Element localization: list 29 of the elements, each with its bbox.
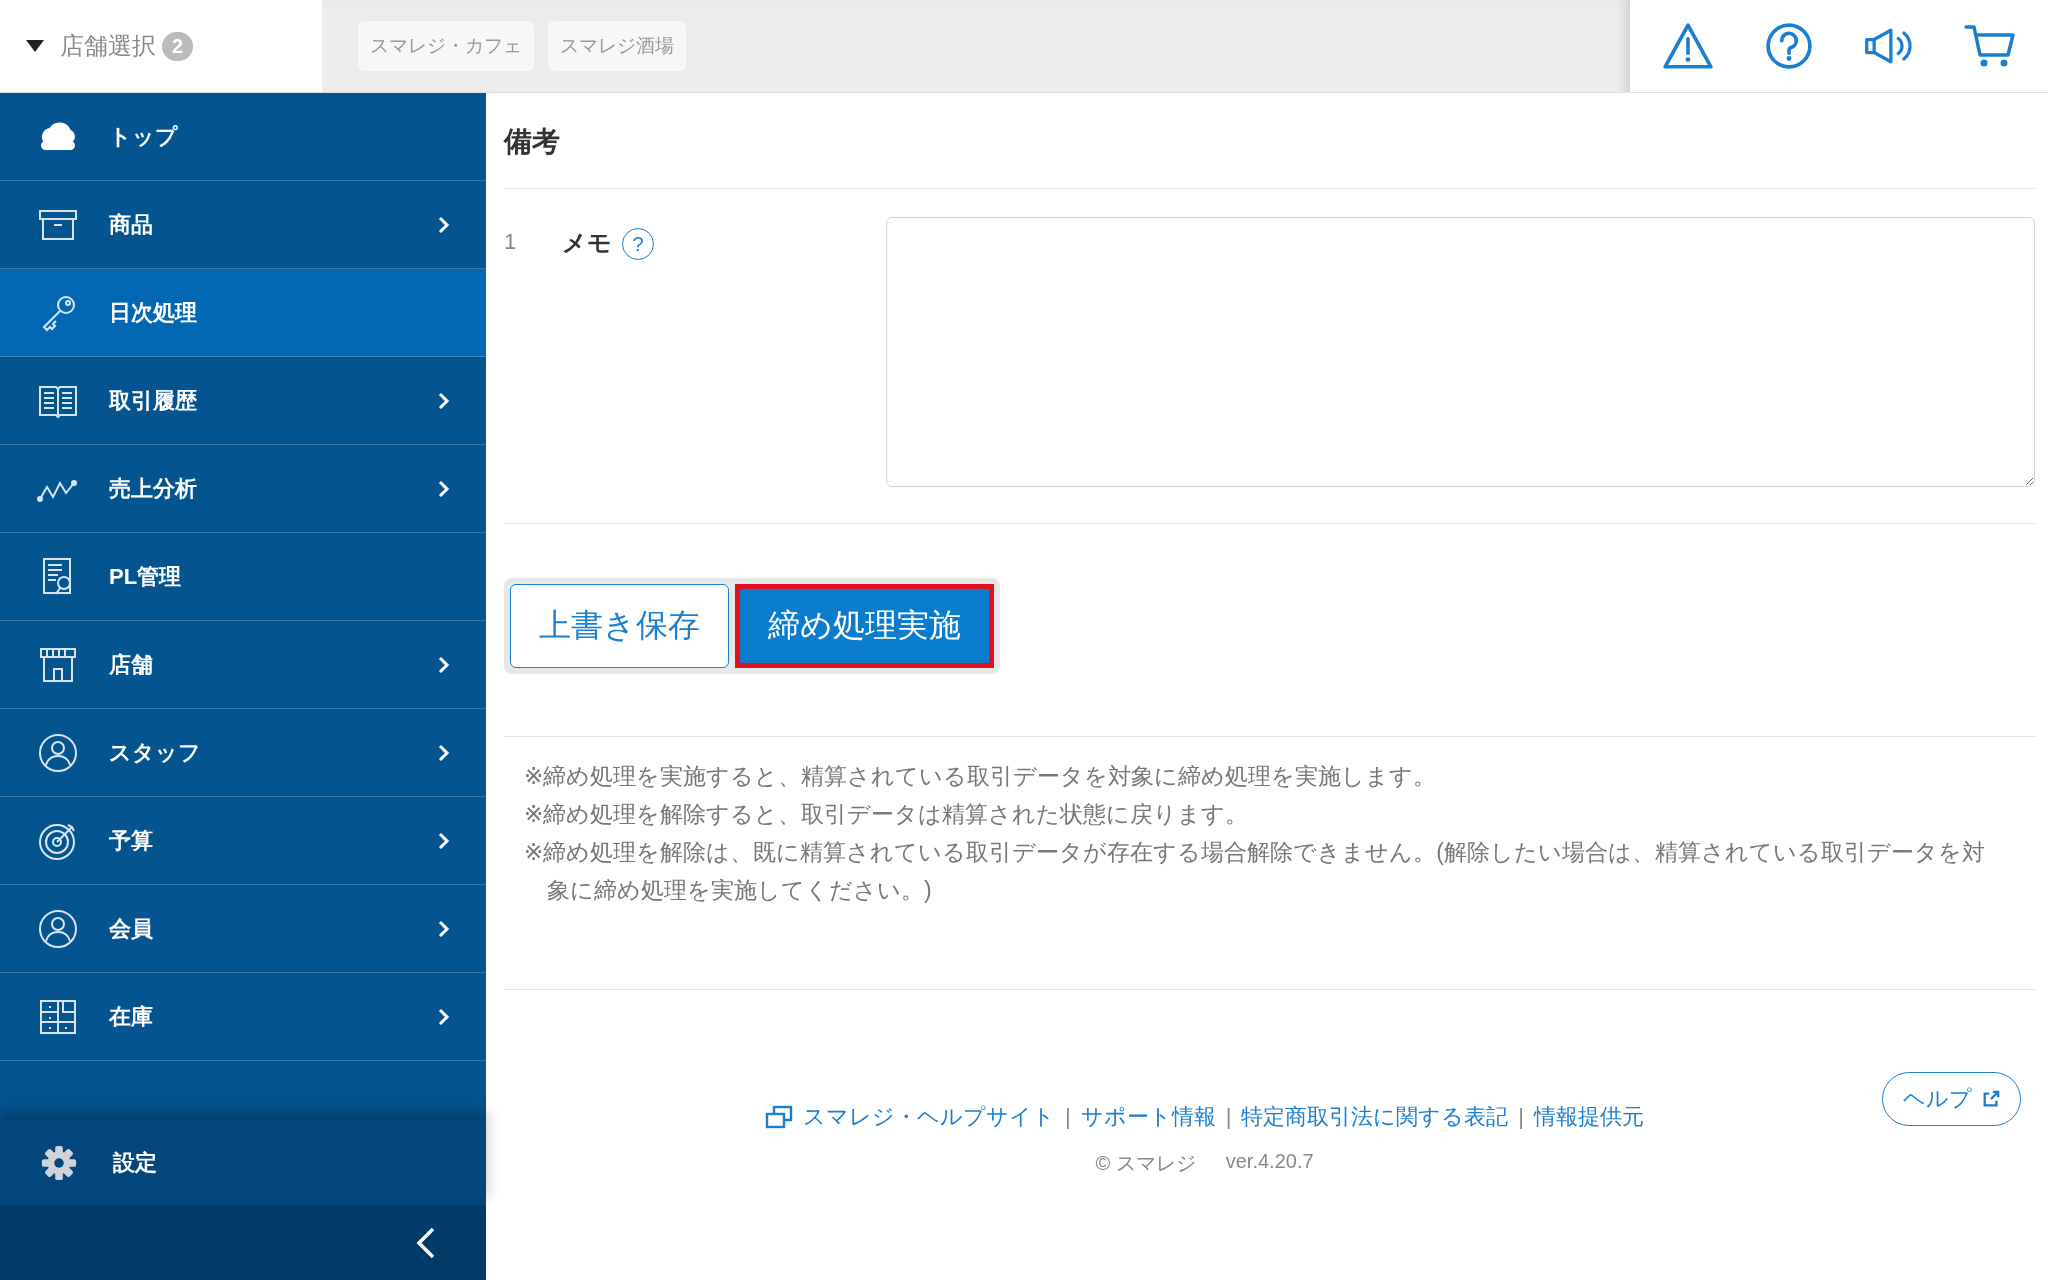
settings-item[interactable]: 設定 (0, 1120, 486, 1205)
action-button[interactable]: 上書き保存 (510, 584, 729, 668)
field-label: メモ (562, 228, 612, 258)
settings-icon (40, 1143, 78, 1182)
footer-link[interactable]: サポート情報 (1080, 1102, 1216, 1132)
separator: | (1064, 1104, 1071, 1130)
count-badge: 2 (162, 31, 194, 61)
external-link-icon (1982, 1090, 2000, 1108)
warning-icon[interactable] (1662, 22, 1715, 70)
store-select[interactable]: 店舗選択 2 (0, 0, 322, 92)
separator: | (1225, 1104, 1232, 1130)
footer-link[interactable]: 特定商取引法に関する表記 (1241, 1102, 1509, 1132)
sidebar-item[interactable]: 日次処理 (0, 269, 486, 357)
memo-field[interactable] (886, 217, 2035, 487)
separator: | (1518, 1104, 1525, 1130)
copyright-text: © スマレジ (1095, 1151, 1196, 1176)
footer-link[interactable]: 情報提供元 (1534, 1102, 1645, 1132)
section-title: 備考 (504, 93, 2035, 189)
note-text: ※締め処理を解除は、既に精算されている取引データが存在する場合解除できません。(解除したい場合は、精算されている取引データを対象に締め処理を実施してください。) (524, 838, 1986, 905)
collapse-sidebar-icon[interactable] (416, 1225, 436, 1260)
action-button[interactable]: 締め処理実施 (735, 584, 994, 668)
note-text: ※締め処理を実施すると、精算されている取引データを対象に締め処理を実施します。 (524, 762, 1438, 791)
version-text: ver.4.20.7 (1225, 1150, 1314, 1174)
row-number: 1 (504, 228, 518, 255)
note-text: ※締め処理を解除すると、取引データは精算された状態に戻ります。 (524, 800, 1250, 829)
footer-link[interactable]: スマレジ・ヘルプサイト (802, 1102, 1055, 1132)
caret-icon (26, 40, 44, 52)
windows-icon (764, 1105, 793, 1129)
help-button[interactable]: ヘルプ (1882, 1072, 2021, 1126)
